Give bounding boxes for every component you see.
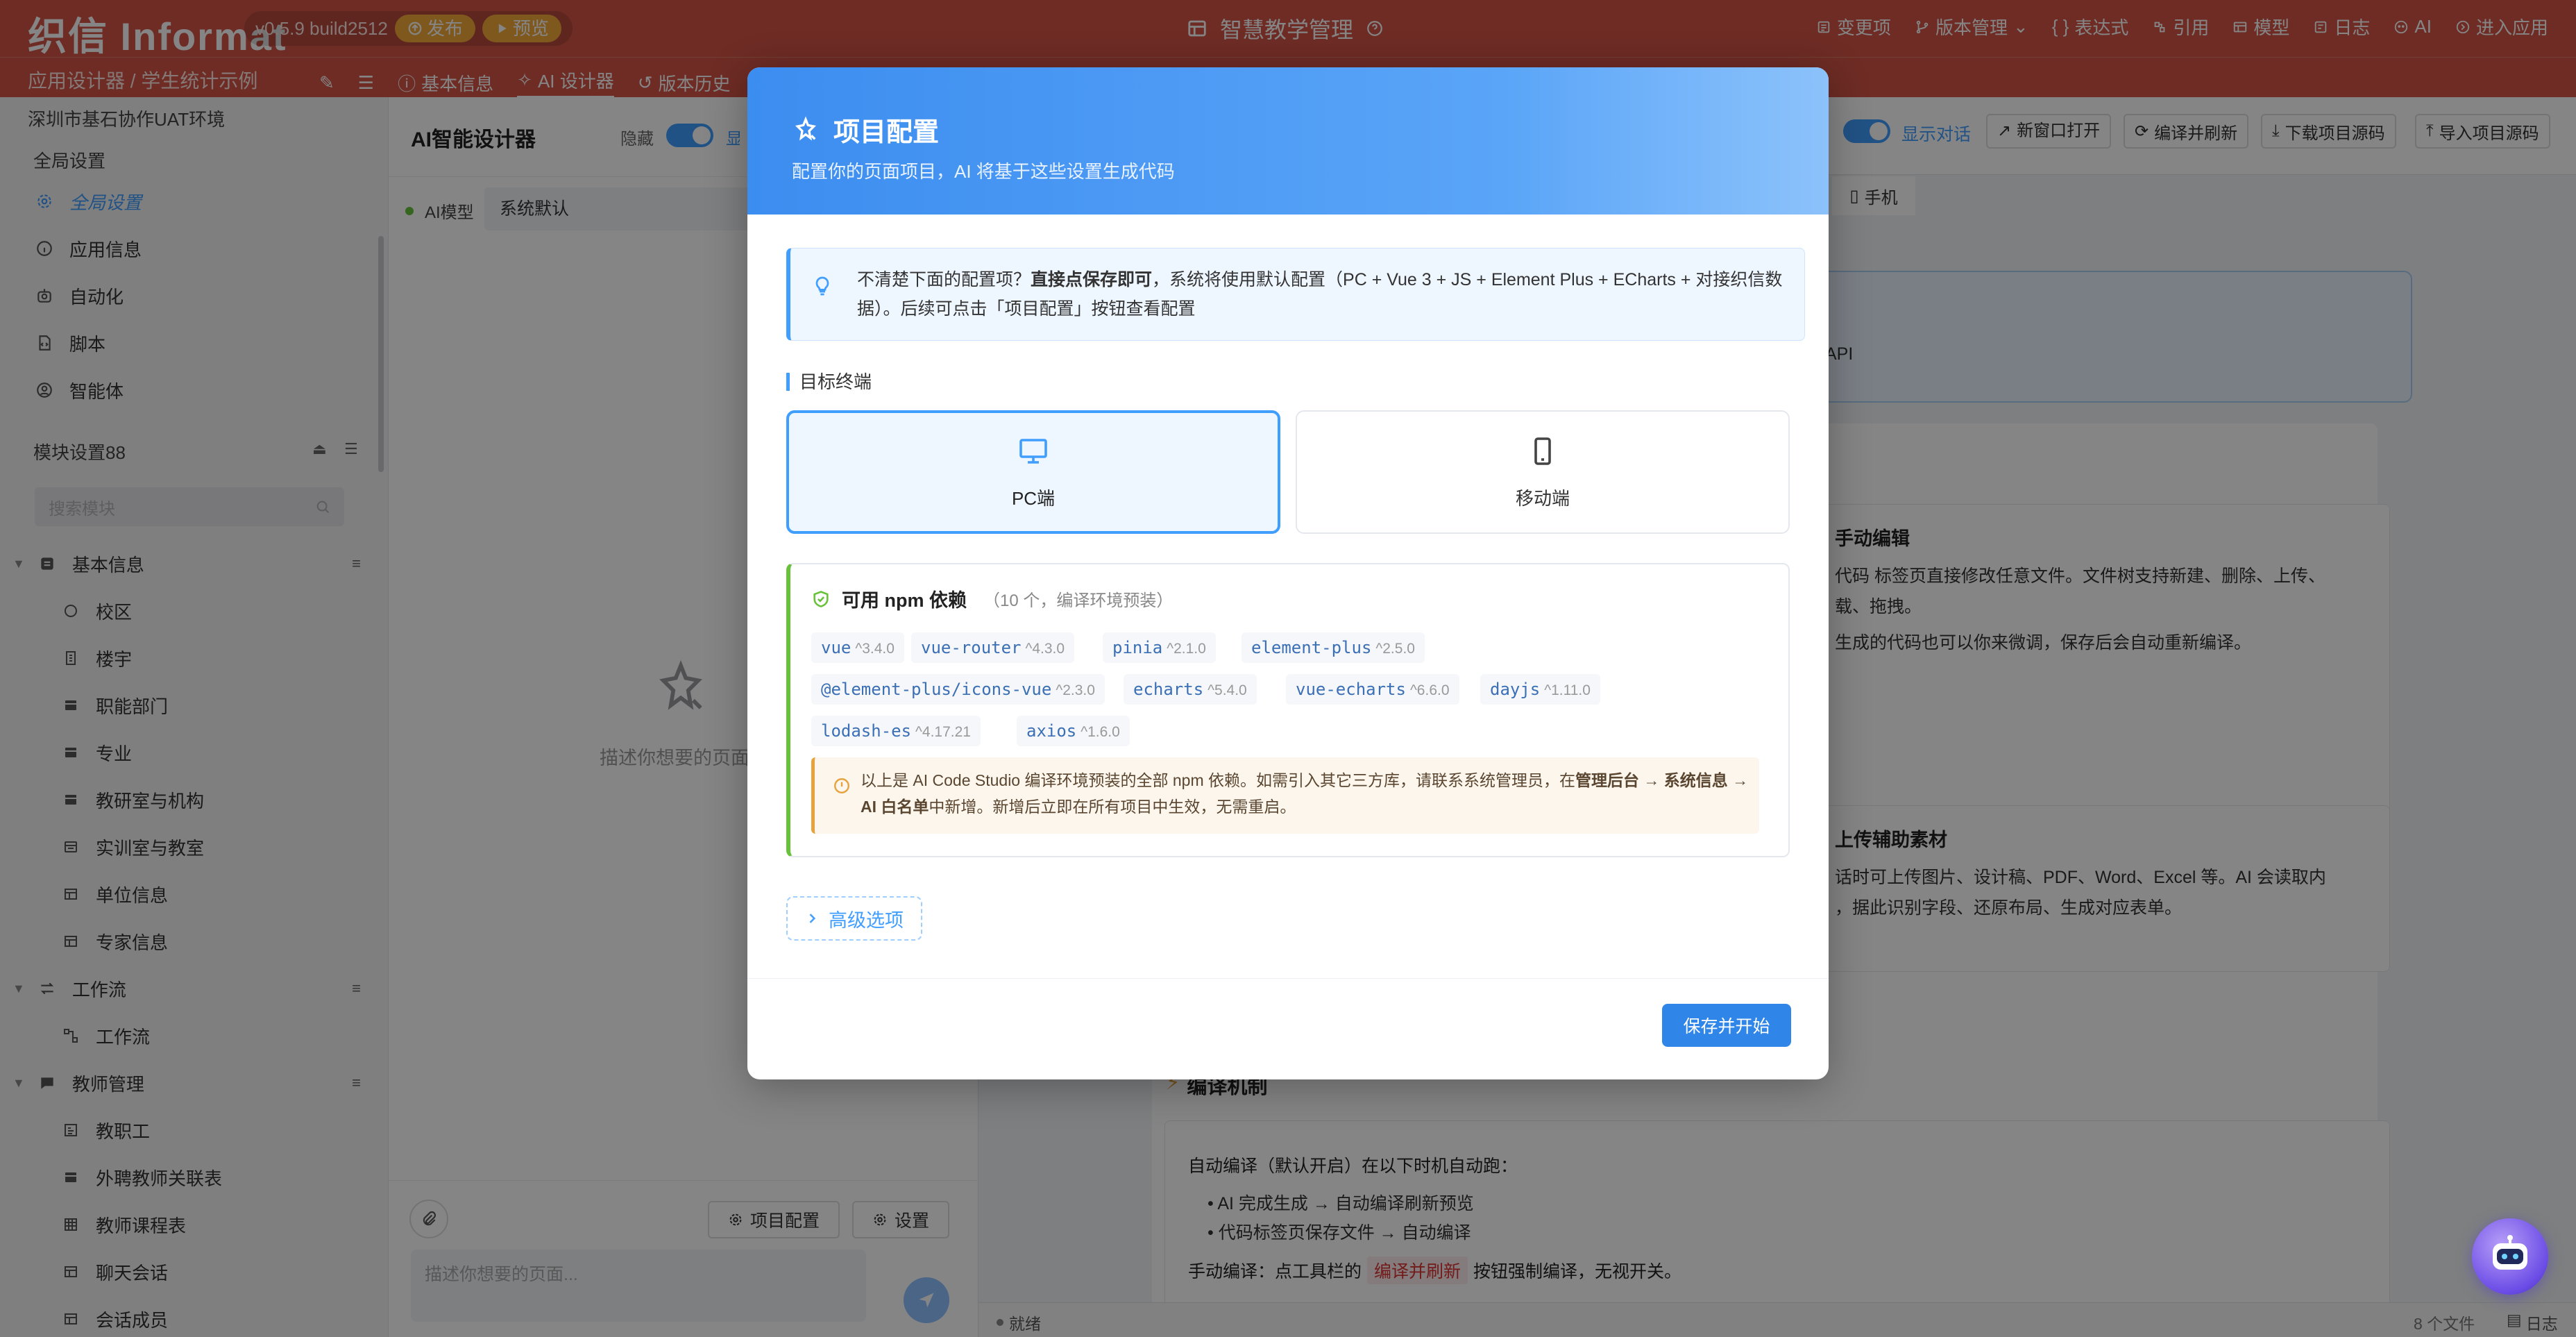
npm-package: vue-router ^4.3.0 (911, 632, 1075, 663)
npm-package: vue-echarts ^6.6.0 (1286, 674, 1459, 705)
modal-title: 项目配置 (792, 110, 939, 149)
modal-subtitle: 配置你的页面项目，AI 将基于这些设置生成代码 (792, 161, 1175, 182)
info-text: 不清楚下面的配置项？直接点保存即可，系统将使用默认配置（PC + Vue 3 +… (857, 270, 1783, 319)
npm-title: 可用 npm 依赖 （10 个，编译环境预装） (811, 585, 1173, 612)
robot-icon (2493, 1235, 2527, 1270)
smartphone-icon (1526, 435, 1559, 468)
magic-wand-icon (792, 116, 820, 144)
npm-package: dayjs ^1.11.0 (1480, 674, 1600, 705)
npm-package: pinia ^2.1.0 (1103, 632, 1216, 663)
monitor-icon (1017, 435, 1050, 468)
mobile-label: 移动端 (1515, 487, 1570, 509)
npm-package: echarts ^5.4.0 (1124, 674, 1257, 705)
ai-assistant-fab[interactable] (2472, 1218, 2548, 1295)
npm-package: lodash-es ^4.17.21 (811, 716, 981, 746)
save-and-start-button[interactable]: 保存并开始 (1662, 1004, 1791, 1047)
advanced-options-toggle[interactable]: 高级选项 (786, 896, 922, 941)
target-terminal-label: 目标终端 (786, 373, 872, 391)
npm-count: （10 个，编译环境预装） (983, 591, 1173, 610)
npm-package: axios ^1.6.0 (1017, 716, 1130, 746)
npm-package: vue ^3.4.0 (811, 632, 904, 663)
npm-warning-alert: 以上是 AI Code Studio 编译环境预装的全部 npm 依赖。如需引入… (811, 757, 1759, 834)
target-mobile-option[interactable]: 移动端 (1296, 410, 1790, 534)
warning-icon (833, 777, 851, 795)
project-config-modal: 项目配置 配置你的页面项目，AI 将基于这些设置生成代码 不清楚下面的配置项？直… (747, 67, 1829, 1079)
npm-dependencies-panel: 可用 npm 依赖 （10 个，编译环境预装） vue ^3.4.0 vue-ro… (786, 563, 1790, 857)
pc-label: PC端 (1011, 487, 1056, 509)
target-pc-option[interactable]: PC端 (786, 410, 1280, 534)
npm-package: element-plus ^2.5.0 (1242, 632, 1425, 663)
lightbulb-icon (811, 275, 833, 297)
npm-warning-text: 以上是 AI Code Studio 编译环境预装的全部 npm 依赖。如需引入… (861, 771, 1749, 816)
npm-package: @element-plus/icons-vue ^2.3.0 (811, 674, 1105, 705)
chevron-right-icon (805, 911, 819, 925)
shield-check-icon (811, 589, 831, 609)
modal-header: 项目配置 配置你的页面项目，AI 将基于这些设置生成代码 (747, 67, 1829, 215)
info-alert: 不清楚下面的配置项？直接点保存即可，系统将使用默认配置（PC + Vue 3 +… (786, 248, 1805, 341)
